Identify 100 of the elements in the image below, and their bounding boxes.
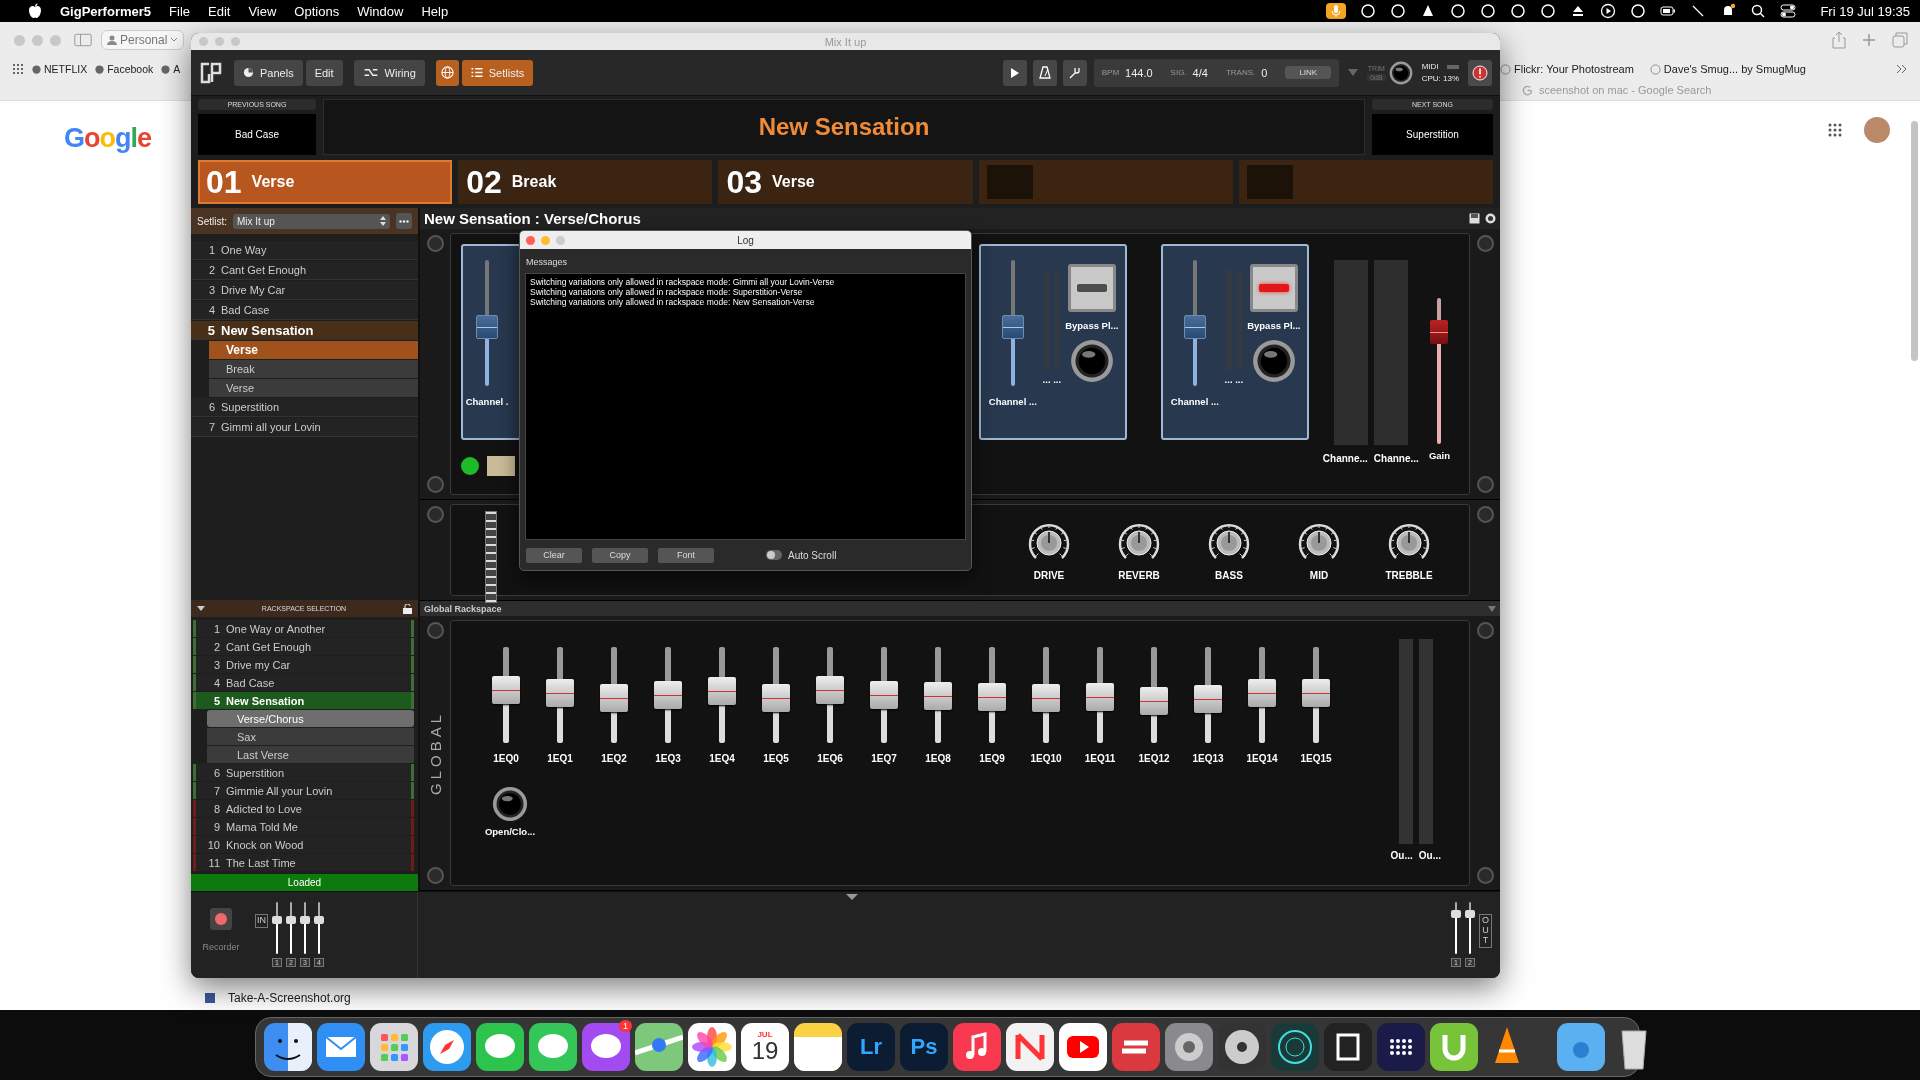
globe-button[interactable] <box>435 59 459 86</box>
save-icon[interactable] <box>1469 213 1480 224</box>
signature-value[interactable]: 4/4 <box>1192 66 1208 79</box>
rackspace-row[interactable]: 5 New Sensation <box>193 692 414 709</box>
bookmark-link[interactable]: Dave's Smug... by SmugMug <box>1649 63 1806 75</box>
circle-icon[interactable] <box>1630 3 1647 19</box>
app-icon[interactable] <box>1112 1023 1160 1071</box>
avatar[interactable] <box>1864 117 1890 143</box>
slider-thumb[interactable] <box>708 677 736 705</box>
bookmark-link[interactable]: Facebook <box>95 63 154 75</box>
slider-thumb[interactable] <box>600 684 628 712</box>
variation-row[interactable]: Sax <box>207 728 414 745</box>
notepad-icon[interactable] <box>794 1023 842 1071</box>
wiring-button[interactable]: Wiring <box>353 59 425 86</box>
next-song-button[interactable]: Superstition <box>1372 114 1493 155</box>
bypass-button[interactable] <box>1067 264 1116 312</box>
more-button[interactable] <box>396 213 412 229</box>
slider-thumb[interactable] <box>1086 683 1114 711</box>
toggle-switch[interactable] <box>766 550 782 560</box>
song-row[interactable]: 5 New Sensation <box>191 321 418 340</box>
speech-bubble-icon[interactable] <box>582 1023 630 1071</box>
song-part-tab[interactable]: 01 Verse <box>198 160 453 204</box>
slider-thumb[interactable] <box>1183 314 1206 339</box>
song-part-row[interactable]: Break <box>209 360 418 378</box>
metronome-button[interactable] <box>1032 59 1057 86</box>
rackspace-row[interactable]: 3 Drive my Car <box>193 656 414 673</box>
slider-thumb[interactable] <box>654 681 682 709</box>
slider-thumb[interactable] <box>546 679 574 707</box>
slider-thumb[interactable] <box>476 314 498 339</box>
play-icon[interactable] <box>1059 1023 1107 1071</box>
lock-icon[interactable] <box>403 603 412 614</box>
slider-thumb[interactable] <box>816 676 844 704</box>
compass-icon[interactable] <box>423 1023 471 1071</box>
edit-button[interactable]: Edit <box>305 59 343 86</box>
rackspace-row[interactable]: 2 Cant Get Enough <box>193 638 414 655</box>
menu-item[interactable]: File <box>169 3 190 19</box>
song-row[interactable]: 4 Bad Case <box>191 301 418 320</box>
variation-row[interactable]: Last Verse <box>207 746 414 763</box>
slider-thumb[interactable] <box>978 683 1006 711</box>
toggle-icon[interactable] <box>1780 3 1797 19</box>
bookmark-link[interactable]: A <box>161 63 181 75</box>
slider-thumb[interactable] <box>1430 319 1449 344</box>
song-part-tab[interactable]: 02 Break <box>458 160 713 204</box>
speech-bubble-icon[interactable] <box>529 1023 577 1071</box>
rackspace-row[interactable]: 4 Bad Case <box>193 674 414 691</box>
chevron-icon[interactable] <box>1896 64 1908 74</box>
knob-button[interactable] <box>1251 339 1296 383</box>
circle-icon[interactable] <box>1390 3 1407 19</box>
app-icon[interactable] <box>1324 1023 1372 1071</box>
collapse-icon[interactable] <box>197 606 205 611</box>
link-button[interactable]: LINK <box>1285 66 1332 79</box>
flower-icon[interactable] <box>688 1023 736 1071</box>
song-part-row[interactable]: Verse <box>209 341 418 359</box>
slider-thumb[interactable] <box>492 676 520 704</box>
profile-button[interactable]: Personal <box>101 30 185 50</box>
previous-song-button[interactable]: Bad Case <box>198 114 316 155</box>
menu-item[interactable]: View <box>248 3 277 19</box>
circle-icon[interactable] <box>1450 3 1467 19</box>
battery-icon[interactable] <box>1660 3 1677 19</box>
song-row[interactable]: 3 Drive My Car <box>191 281 418 300</box>
song-row[interactable]: 1 One Way <box>191 241 418 260</box>
tuner-button[interactable] <box>1062 59 1087 86</box>
calendar-icon[interactable]: JUL 19 <box>741 1023 789 1071</box>
slider-thumb[interactable] <box>870 681 898 709</box>
panels-button[interactable]: Panels <box>234 59 303 86</box>
play-icon[interactable] <box>1600 3 1617 19</box>
app-icon[interactable] <box>1430 1023 1478 1071</box>
rackspace-row[interactable]: 6 Superstition <box>193 764 414 781</box>
rackspace-row[interactable]: 9 Mama Told Me <box>193 818 414 835</box>
transpose-value[interactable]: 0 <box>1261 66 1268 79</box>
slider-thumb[interactable] <box>1248 679 1276 707</box>
song-row[interactable]: 2 Cant Get Enough <box>191 261 418 280</box>
slider-thumb[interactable] <box>762 684 790 712</box>
log-button[interactable]: Clear <box>526 547 582 563</box>
app-icon[interactable]: Lr <box>847 1023 895 1071</box>
slider-thumb[interactable] <box>1302 679 1330 707</box>
apps-grid-icon[interactable] <box>1828 123 1842 137</box>
circle-icon[interactable] <box>1360 3 1377 19</box>
app-menu[interactable]: GigPerformer5 <box>60 3 152 19</box>
rackspace-row[interactable]: 7 Gimmie All your Lovin <box>193 782 414 799</box>
bpm-value[interactable]: 144.0 <box>1125 66 1153 79</box>
gear-icon[interactable] <box>1165 1023 1213 1071</box>
bookmark-link[interactable]: Flickr: Your Photostream <box>1500 63 1634 75</box>
face-icon[interactable] <box>264 1023 312 1071</box>
envelope-icon[interactable] <box>317 1023 365 1071</box>
circle-icon[interactable] <box>1480 3 1497 19</box>
scrollbar[interactable] <box>1911 121 1918 361</box>
setlists-button[interactable]: Setlists <box>461 59 534 86</box>
grid-icon[interactable] <box>370 1023 418 1071</box>
map-icon[interactable] <box>635 1023 683 1071</box>
grid-icon[interactable] <box>12 63 24 75</box>
dots-icon[interactable] <box>1377 1023 1425 1071</box>
rackspace-row[interactable]: 8 Adicted to Love <box>193 800 414 817</box>
menu-item[interactable]: Window <box>357 3 404 19</box>
apple-logo-icon[interactable] <box>28 3 42 19</box>
variation-row[interactable]: Verse/Chorus <box>207 710 414 727</box>
knob-button[interactable] <box>1069 339 1114 383</box>
expand-arrow-icon[interactable] <box>845 894 858 900</box>
alert-button[interactable] <box>1468 59 1492 86</box>
song-row[interactable]: 7 Gimmi all your Lovin <box>191 418 418 437</box>
